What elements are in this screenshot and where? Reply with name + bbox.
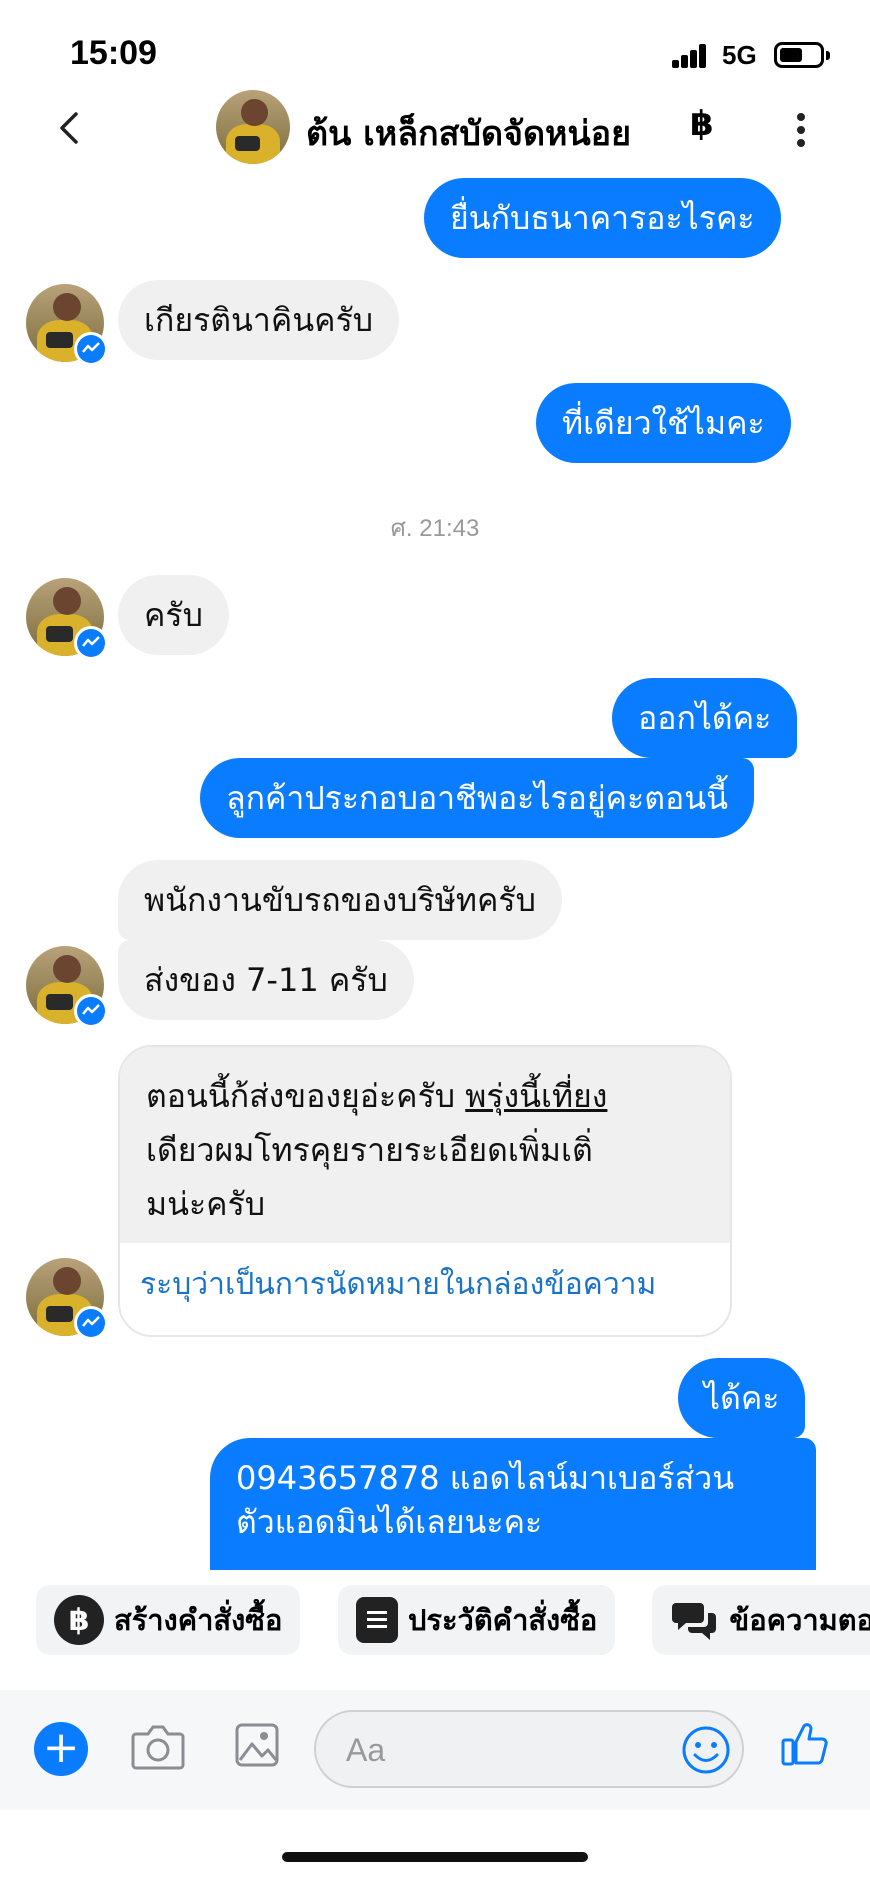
contact-name[interactable]: ต้น เหล็กสบัดจัดหน่อย: [306, 106, 631, 160]
message-timestamp: ศ. 21:43: [390, 515, 480, 542]
appointment-message-card[interactable]: ตอนนี้ก้ส่งของยุอ่ะครับ พรุ่งนี้เที่ยง เ…: [118, 1045, 732, 1337]
message-composer: +: [0, 1690, 870, 1810]
messenger-badge-icon: [74, 1306, 108, 1340]
thumbs-up-icon[interactable]: [780, 1718, 830, 1768]
back-chevron-icon[interactable]: [50, 108, 90, 148]
chip-label: สร้างคำสั่งซื้อ: [114, 1603, 283, 1637]
outgoing-message[interactable]: ยื่นกับธนาคารอะไรคะ: [424, 178, 781, 258]
more-options-icon[interactable]: [786, 110, 816, 150]
chip-label: ข้อความตอ: [729, 1603, 870, 1637]
create-order-chip[interactable]: ฿ สร้างคำสั่งซื้อ: [36, 1585, 301, 1655]
detected-date-link[interactable]: พรุ่งนี้เที่ยง: [465, 1077, 607, 1115]
message-line: ตัวแอดมินได้เลยนะคะ: [236, 1503, 543, 1541]
messenger-badge-icon: [74, 626, 108, 660]
incoming-message[interactable]: พนักงานขับรถของบริษัทครับ: [118, 860, 562, 940]
message-line: 0943657878 แอดไลน์มาเบอร์ส่วน: [236, 1459, 735, 1497]
messenger-badge-icon: [74, 332, 108, 366]
incoming-message[interactable]: ครับ: [118, 575, 229, 655]
camera-icon[interactable]: [130, 1722, 186, 1772]
card-line-text: ตอนนี้ก้ส่งของยุอ่ะครับ: [146, 1077, 466, 1115]
signal-icon: [672, 44, 708, 68]
outgoing-message[interactable]: ลูกค้าประกอบอาชีพอะไรอยู่คะตอนนี้: [200, 758, 754, 838]
outgoing-message[interactable]: ได้คะ: [678, 1358, 806, 1438]
network-label: 5G: [722, 40, 757, 70]
home-indicator[interactable]: [282, 1852, 588, 1862]
plus-icon[interactable]: +: [34, 1722, 88, 1776]
incoming-message[interactable]: เกียรตินาคินครับ: [118, 280, 400, 360]
outgoing-message[interactable]: 0943657878 แอดไลน์มาเบอร์ส่วน ตัวแอดมินไ…: [210, 1438, 816, 1570]
document-icon: [356, 1597, 398, 1643]
baht-icon: ฿: [54, 1595, 104, 1645]
message-input[interactable]: [346, 1730, 646, 1770]
baht-icon[interactable]: ฿: [690, 104, 714, 144]
mark-as-appointment-link[interactable]: ระบุว่าเป็นการนัดหมายในกล่องข้อความ: [120, 1243, 730, 1326]
incoming-message[interactable]: ส่งของ 7-11 ครับ: [118, 940, 414, 1020]
chat-bubbles-icon: [670, 1595, 719, 1645]
card-line-text: เดียวผมโทรคุยรายระเอียดเพิ่มเติ่: [146, 1131, 593, 1169]
chip-label: ประวัติคำสั่งซื้อ: [408, 1603, 598, 1637]
contact-avatar[interactable]: [216, 90, 290, 164]
image-icon[interactable]: [234, 1720, 280, 1770]
sender-avatar[interactable]: [26, 284, 108, 366]
conversation-header: ต้น เหล็กสบัดจัดหน่อย ฿: [0, 80, 870, 180]
sender-avatar[interactable]: [26, 946, 108, 1028]
messenger-badge-icon: [74, 994, 108, 1028]
card-line-text: มน่ะครับ: [146, 1185, 266, 1223]
battery-icon: [774, 42, 830, 68]
saved-replies-chip[interactable]: ข้อความตอ: [652, 1585, 870, 1655]
outgoing-message[interactable]: ออกได้คะ: [612, 678, 798, 758]
order-history-chip[interactable]: ประวัติคำสั่งซื้อ: [338, 1585, 616, 1655]
status-time: 15:09: [70, 34, 157, 72]
card-message-text: ตอนนี้ก้ส่งของยุอ่ะครับ พรุ่งนี้เที่ยง เ…: [120, 1047, 730, 1243]
outgoing-message[interactable]: ที่เดียวใช้ไมคะ: [536, 383, 791, 463]
sender-avatar[interactable]: [26, 578, 108, 660]
emoji-icon[interactable]: [680, 1724, 732, 1776]
sender-avatar[interactable]: [26, 1258, 108, 1340]
message-input-box[interactable]: [314, 1710, 744, 1788]
quick-replies-bar: ฿ สร้างคำสั่งซื้อ ประวัติคำสั่งซื้อ ข้อค…: [0, 1585, 870, 1657]
